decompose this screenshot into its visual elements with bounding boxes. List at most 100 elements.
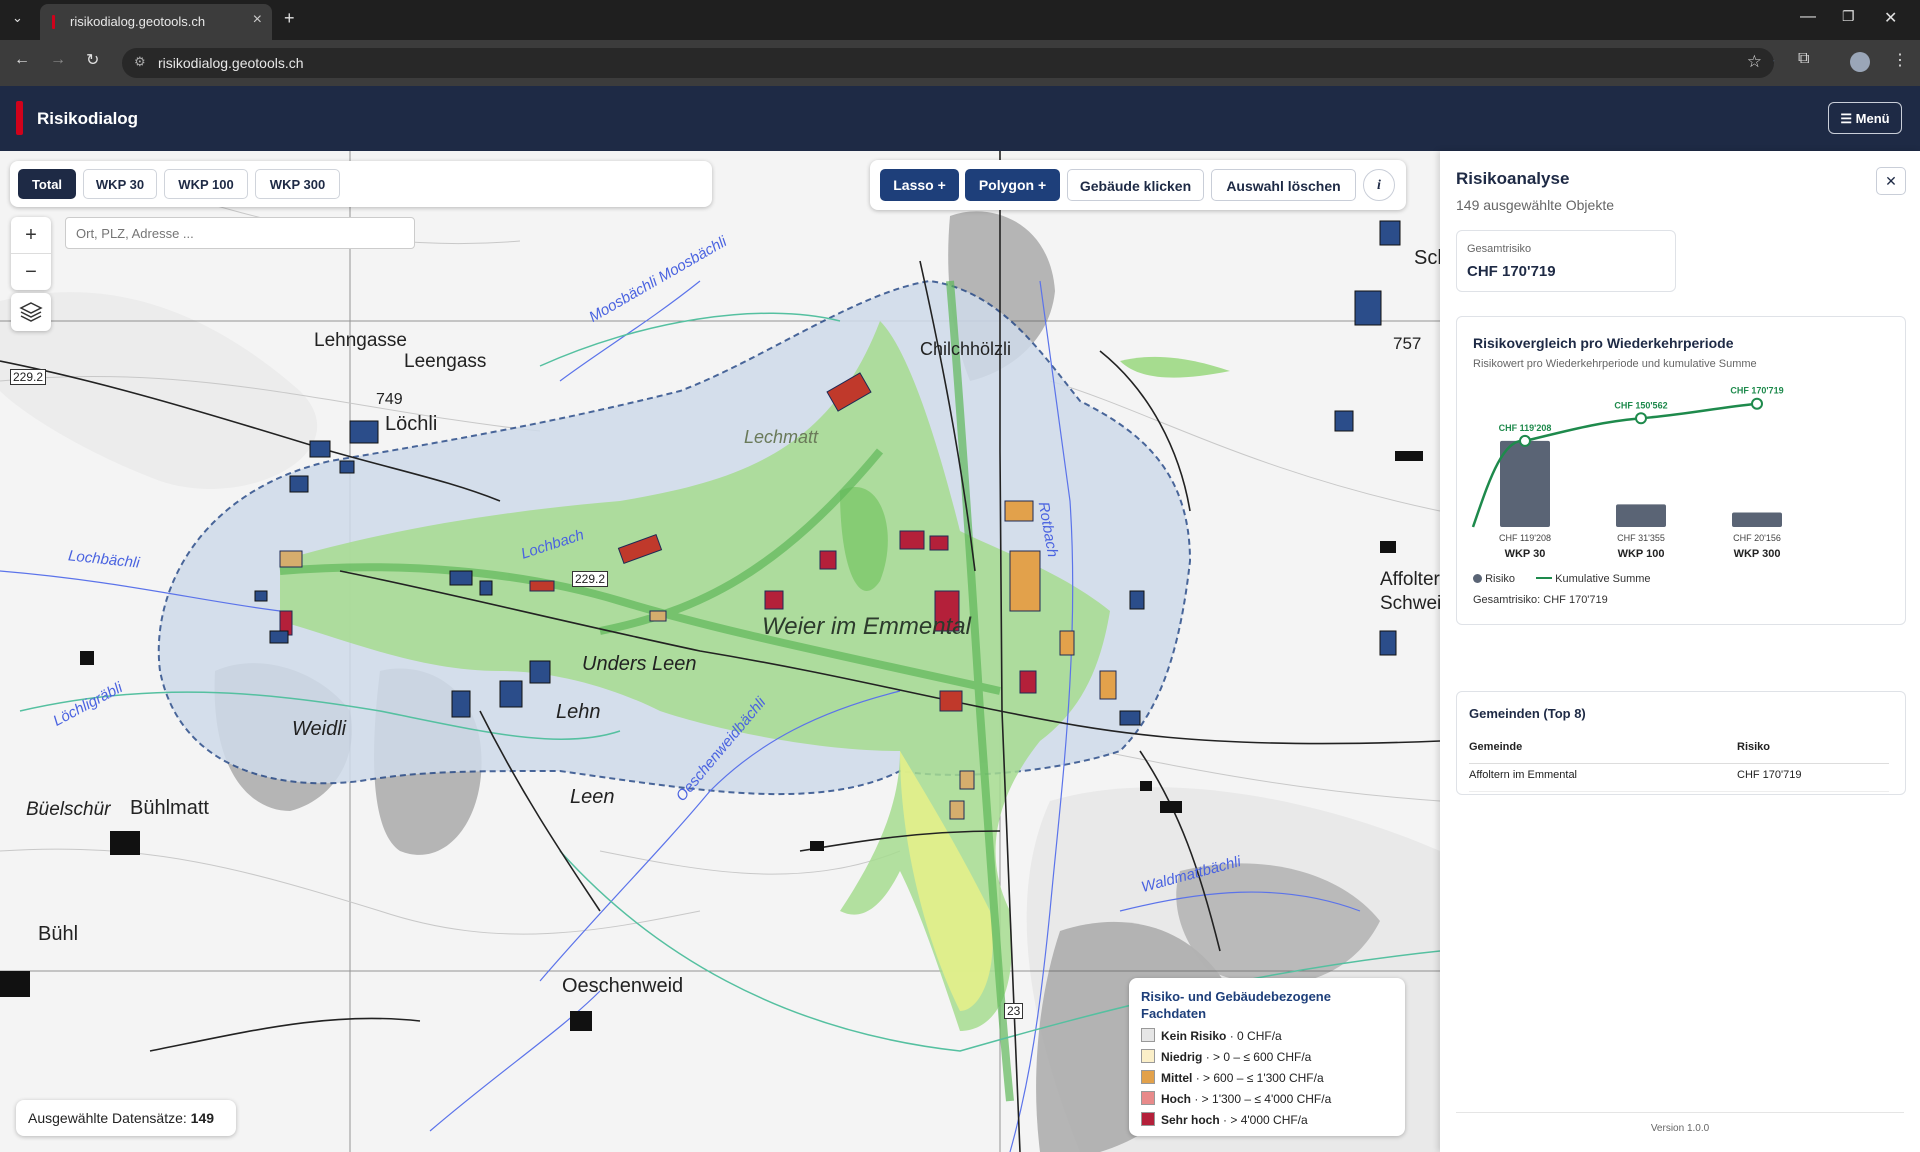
x-tick-label: WKP 30 [1505, 548, 1546, 560]
selected-records-counter: Ausgewählte Datensätze: 149 [16, 1100, 236, 1136]
wkp-button-total[interactable]: Total [18, 169, 76, 199]
site-info-icon[interactable]: ⚙ [134, 54, 146, 70]
place-label-leengass: Leengass [404, 351, 487, 372]
address-search-input[interactable] [65, 217, 415, 249]
wkp-button-100[interactable]: WKP 100 [164, 169, 248, 199]
sidebar-subtitle: 149 ausgewählte Objekte [1456, 197, 1614, 213]
chart-legend-cumulative: Kumulative Summe [1555, 573, 1651, 585]
selection-tool-panel: Lasso + Polygon + Gebäude klicken Auswah… [870, 160, 1406, 210]
total-risk-card: Gesamtrisiko CHF 170'719 [1456, 230, 1676, 292]
legend-item-kein-risiko: Kein Risiko · 0 CHF/a [1141, 1028, 1282, 1043]
favicon-icon [52, 15, 55, 29]
place-label-lehn: Lehn [556, 701, 601, 723]
place-label-loechli: Löchli [385, 413, 438, 435]
layers-icon [19, 302, 43, 322]
browser-tab[interactable]: risikodialog.geotools.ch × [40, 4, 272, 40]
bar-wkp-300 [1732, 512, 1782, 527]
table-cell-risiko: CHF 170'719 [1737, 769, 1802, 781]
legend-swatch [1141, 1070, 1155, 1084]
cumulative-point [1751, 397, 1763, 410]
chart-legend: Risiko Kumulative Summe [1473, 573, 1651, 585]
place-label-chilchhoelzli: Chilchhölzli [920, 339, 1012, 359]
back-icon[interactable]: ← [14, 51, 30, 69]
place-label-lehngasse: Lehngasse [314, 330, 407, 351]
tab-title: risikodialog.geotools.ch [70, 14, 206, 29]
legend-dot-risk-icon [1473, 574, 1482, 583]
browser-menu-icon[interactable]: ⋮ [1892, 50, 1908, 70]
place-label-buelschuer: Büelschür [26, 799, 111, 820]
app-title: Risikodialog [37, 109, 139, 128]
restore-icon[interactable]: ❐ [1842, 8, 1855, 25]
reload-icon[interactable]: ↻ [86, 50, 99, 70]
height-label-757: 757 [1393, 334, 1422, 353]
wkp-button-30[interactable]: WKP 30 [83, 169, 157, 199]
x-tick-label: WKP 100 [1618, 548, 1665, 560]
chart-title: Risikovergleich pro Wiederkehrperiode [1473, 335, 1734, 351]
profile-avatar[interactable] [1850, 52, 1870, 72]
wkp-filter-panel: Total WKP 30 WKP 100 WKP 300 [10, 161, 712, 207]
url-text: risikodialog.geotools.ch [158, 55, 304, 71]
legend-line-cumulative-icon [1536, 577, 1553, 579]
legend-item-mittel: Mittel · > 600 – ≤ 1'300 CHF/a [1141, 1070, 1324, 1085]
tab-close-icon[interactable]: × [253, 11, 262, 29]
total-risk-value: CHF 170'719 [1467, 263, 1556, 280]
bookmark-star-icon[interactable]: ☆ [1747, 52, 1762, 72]
road-number-23: 23 [1004, 1003, 1024, 1019]
zoom-in-button[interactable]: + [11, 217, 51, 254]
place-label-leen: Leen [570, 786, 615, 808]
chart-total: Gesamtrisiko: CHF 170'719 [1473, 594, 1608, 606]
municipalities-title: Gemeinden (Top 8) [1469, 706, 1586, 721]
new-tab-icon[interactable]: + [284, 8, 295, 29]
bar-value-label: CHF 119'208 [1499, 533, 1551, 543]
sidebar-footer-divider [1456, 1112, 1904, 1113]
zoom-out-button[interactable]: − [11, 254, 51, 290]
sidebar-close-button[interactable]: ✕ [1876, 167, 1906, 195]
map-view[interactable]: Lehngasse Leengass Löchli 749 Chilchhölz… [0, 151, 1440, 1152]
table-header: Gemeinde Risiko [1469, 741, 1889, 764]
place-label-sch: Sch [1414, 247, 1440, 269]
table-header-gemeinde: Gemeinde [1469, 741, 1523, 753]
zoom-control: + − [11, 217, 51, 290]
cumulative-value-label: CHF 150'562 [1614, 400, 1667, 410]
legend-item-hoch: Hoch · > 1'300 – ≤ 4'000 CHF/a [1141, 1091, 1331, 1106]
chart-legend-risk: Risiko [1485, 573, 1516, 585]
place-label-affoltern: Affoltern [1380, 569, 1440, 590]
place-label-unders-leen: Unders Leen [582, 653, 697, 675]
layers-button[interactable] [11, 293, 51, 331]
table-row: Affoltern im Emmental CHF 170'719 [1469, 769, 1889, 792]
window-close-icon[interactable]: ✕ [1884, 8, 1897, 28]
legend-swatch [1141, 1028, 1155, 1042]
sidebar-title: Risikoanalyse [1456, 169, 1570, 188]
info-button[interactable]: i [1363, 169, 1395, 201]
address-bar[interactable]: ⚙ risikodialog.geotools.ch ☆ [122, 48, 1774, 78]
polygon-button[interactable]: Polygon + [965, 169, 1060, 201]
risk-chart-card: Risikovergleich pro Wiederkehrperiode Ri… [1456, 316, 1906, 625]
lasso-button[interactable]: Lasso + [880, 169, 959, 201]
clear-selection-button[interactable]: Auswahl löschen [1211, 169, 1356, 201]
place-label-buehlmatt: Bühlmatt [130, 797, 209, 819]
forward-icon[interactable]: → [50, 51, 66, 69]
bar-wkp-30 [1500, 440, 1550, 527]
click-buildings-button[interactable]: Gebäude klicken [1067, 169, 1204, 201]
map-legend: Risiko- und Gebäudebezogene Fachdaten Ke… [1129, 978, 1405, 1136]
legend-item-niedrig: Niedrig · > 0 – ≤ 600 CHF/a [1141, 1049, 1311, 1064]
cumulative-value-label: CHF 119'208 [1499, 423, 1552, 433]
total-risk-label: Gesamtrisiko [1467, 243, 1532, 255]
table-cell-gemeinde: Affoltern im Emmental [1469, 769, 1578, 781]
risk-comparison-chart: CHF 119'208 WKP 30 CHF 31'355 WKP 100 CHF 20… [1471, 386, 1784, 560]
selected-records-label: Ausgewählte Datensätze: [28, 1110, 187, 1126]
legend-title: Risiko- und Gebäudebezogene Fachdaten [1141, 989, 1331, 1021]
minimize-icon[interactable]: — [1800, 8, 1816, 26]
wkp-button-300[interactable]: WKP 300 [255, 169, 340, 199]
cumulative-value-label: CHF 170'719 [1730, 386, 1783, 396]
extensions-icon[interactable]: ⧉ [1798, 50, 1809, 68]
legend-item-sehr-hoch: Sehr hoch · > 4'000 CHF/a [1141, 1112, 1308, 1127]
place-label-lechmatt: Lechmatt [744, 427, 819, 447]
cumulative-point [1635, 412, 1647, 425]
tab-search-icon[interactable]: ⌄ [12, 10, 23, 26]
place-label-weier: Weier im Emmental [762, 613, 971, 640]
menu-button[interactable]: ☰ Menü [1828, 102, 1902, 134]
road-number-229-center: 229.2 [572, 571, 609, 587]
legend-swatch [1141, 1091, 1155, 1105]
brand-logo-bar [16, 101, 23, 135]
